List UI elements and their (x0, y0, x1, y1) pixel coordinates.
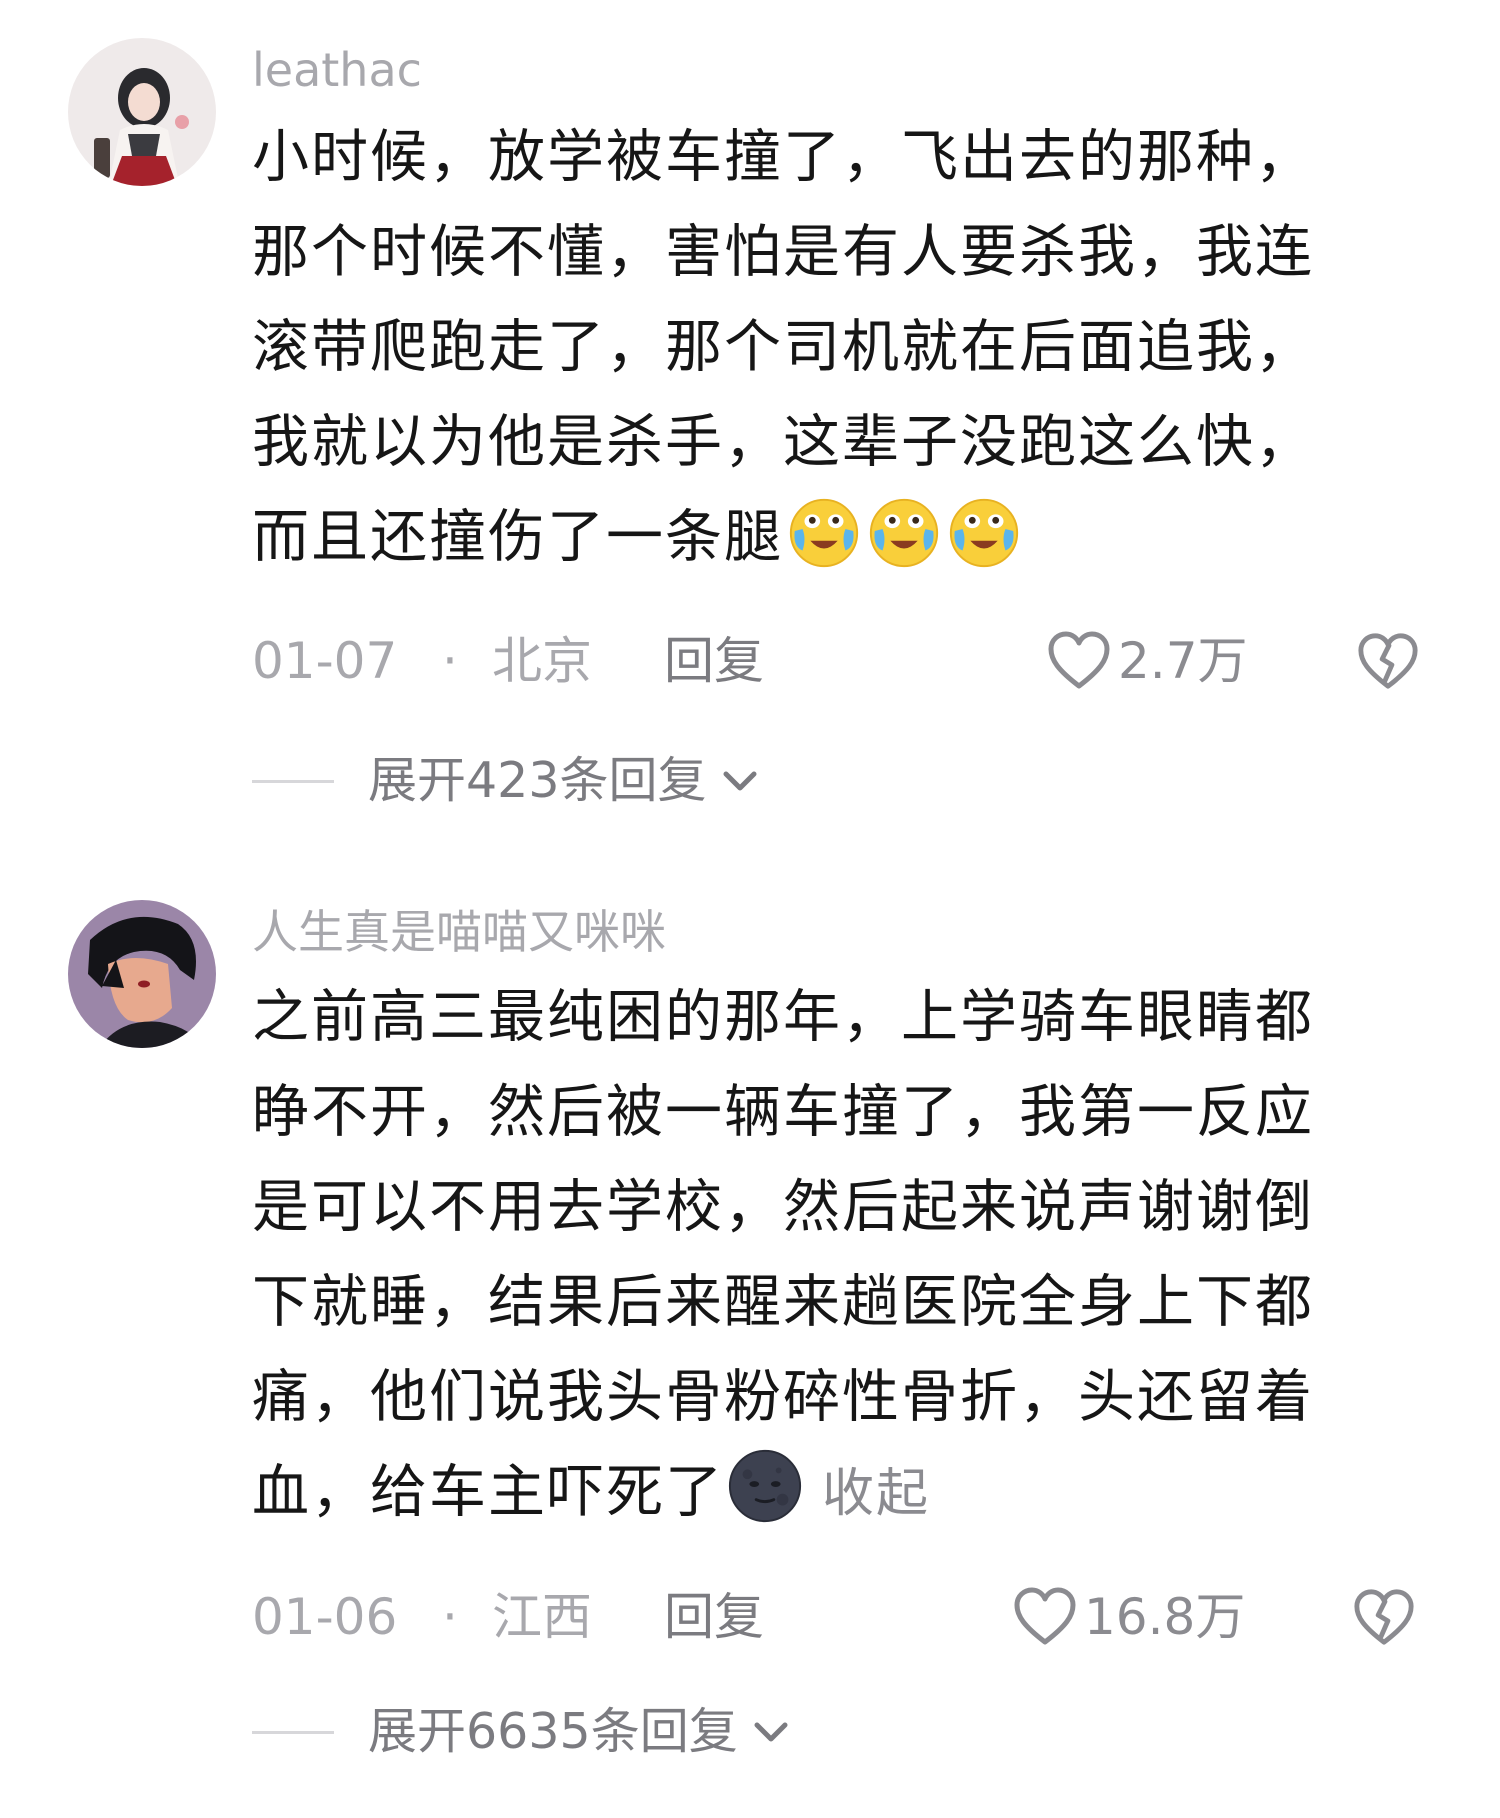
comment-date: 01-06 (252, 1588, 398, 1646)
comment-line: 之前高三最纯困的那年，上学骑车眼睛都 (252, 984, 1314, 1050)
meta-separator: · (442, 1588, 458, 1646)
comment-line: 是可以不用去学校，然后起来说声谢谢倒 (252, 1174, 1314, 1240)
expand-replies-label: 展开423条回复 (368, 752, 707, 809)
heart-outline-icon (1048, 631, 1110, 689)
broken-heart-icon[interactable] (1356, 630, 1420, 694)
crying-laughing-emoji (949, 498, 1019, 568)
reply-button[interactable]: 回复 (664, 626, 764, 696)
comment-line: 痛，他们说我头骨粉碎性骨折，头还留着 (252, 1364, 1314, 1430)
avatar[interactable] (68, 38, 216, 186)
comment-line-last: 而且还撞伤了一条腿 (252, 490, 1412, 585)
comment-date: 01-07 (252, 632, 398, 690)
comment-line-text: 血，给车主吓死了 (252, 1459, 724, 1525)
comment-line: 滚带爬跑走了，那个司机就在后面追我， (252, 314, 1314, 380)
reply-button[interactable]: 回复 (664, 1582, 764, 1652)
username[interactable]: 人生真是喵喵又咪咪 (252, 902, 666, 962)
like-count: 2.7万 (1118, 632, 1248, 690)
comment-line: 那个时候不懂，害怕是有人要杀我，我连 (252, 219, 1314, 285)
moon-face-emoji (728, 1449, 802, 1523)
comment-meta: 01-06 · 江西 回复 16.8万 (252, 1582, 1424, 1652)
comment-location: 北京 (492, 632, 592, 690)
comment-text: 小时候，放学被车撞了，飞出去的那种， 那个时候不懂，害怕是有人要杀我，我连 滚带… (252, 110, 1412, 585)
comment-line-last: 血，给车主吓死了 收起 (252, 1445, 1412, 1542)
crying-laughing-emoji (789, 498, 859, 568)
expand-replies-label: 展开6635条回复 (368, 1703, 738, 1760)
collapse-button[interactable]: 收起 (822, 1464, 930, 1524)
comment-text: 之前高三最纯困的那年，上学骑车眼睛都 睁不开，然后被一辆车撞了，我第一反应 是可… (252, 970, 1412, 1542)
avatar[interactable] (68, 900, 216, 1048)
like-button[interactable]: 16.8万 (1012, 1582, 1245, 1652)
comment-line: 小时候，放学被车撞了，飞出去的那种， (252, 124, 1314, 190)
comment-meta: 01-07 · 北京 回复 2.7万 (252, 626, 1424, 696)
meta-separator: · (442, 632, 458, 690)
comment-location: 江西 (492, 1588, 592, 1646)
heart-outline-icon (1014, 1587, 1076, 1645)
chevron-down-icon (754, 1722, 788, 1742)
like-button[interactable]: 2.7万 (1046, 626, 1248, 696)
chevron-down-icon (723, 771, 757, 791)
comment-line-text: 而且还撞伤了一条腿 (252, 504, 783, 570)
comment-line: 下就睡，结果后来醒来趟医院全身上下都 (252, 1269, 1314, 1335)
expand-replies-button[interactable]: 展开6635条回复 (252, 1697, 794, 1767)
divider (252, 779, 334, 783)
broken-heart-icon[interactable] (1352, 1586, 1416, 1650)
username[interactable]: leathac (252, 40, 422, 100)
crying-laughing-emoji (869, 498, 939, 568)
divider (252, 1730, 334, 1734)
like-count: 16.8万 (1084, 1588, 1246, 1646)
comment-line: 我就以为他是杀手，这辈子没跑这么快， (252, 409, 1314, 475)
expand-replies-button[interactable]: 展开423条回复 (252, 746, 763, 816)
comment-line: 睁不开，然后被一辆车撞了，我第一反应 (252, 1079, 1314, 1145)
